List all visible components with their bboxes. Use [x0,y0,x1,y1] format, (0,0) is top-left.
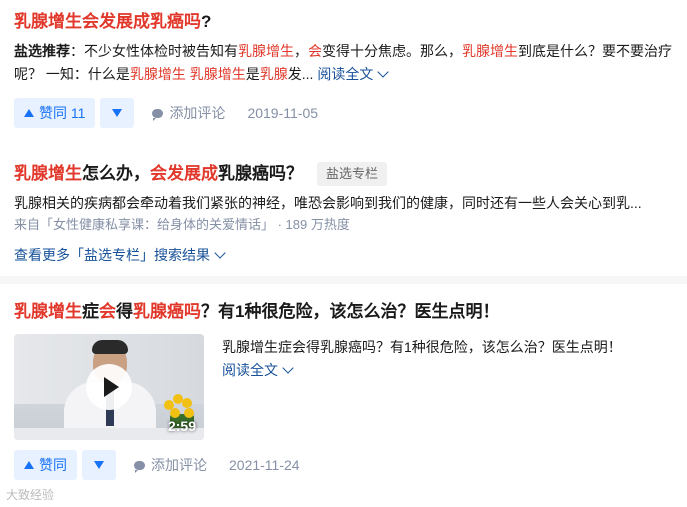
highlighted-text: 乳腺癌吗 [133,302,201,321]
highlighted-text: 乳腺增生会发展成乳癌吗 [14,12,201,31]
video-summary[interactable]: 乳腺增生症会得乳腺癌吗？有1种很危险，该怎么治？医生点明！ 阅读全文 [222,334,622,440]
upvote-button[interactable]: 赞同 [14,450,77,480]
result-description[interactable]: 乳腺相关的疾病都会牵动着我们紧张的神经，唯恐会影响到我们的健康，同时还有一些人会… [14,192,654,214]
chevron-down-icon [214,247,226,259]
highlighted-text: 乳腺增生 [462,43,518,59]
highlighted-text: 乳腺增生 [14,164,82,183]
upvote-label: 赞同 11 [39,105,86,121]
watermark: 大致经验 [6,488,55,502]
text-segment: 乳腺癌吗？ [218,164,303,183]
highlighted-text: 乳腺增生 [189,66,246,82]
triangle-up-icon [24,461,34,469]
chevron-down-icon [377,66,390,78]
upvote-button[interactable]: 赞同 11 [14,98,96,128]
title-text: 乳腺增生怎么办，会发展成乳腺癌吗？ [14,164,303,183]
post-date: 2019-11-05 [247,105,319,121]
column-tag[interactable]: 盐选专栏 [317,162,388,186]
text-segment: ， [294,43,308,59]
highlighted-text: 乳腺增生 [238,43,294,59]
action-bar: 赞同 11 添加评论 2019-11-05 [14,98,673,128]
search-result-card-3: 乳腺增生症会得乳腺癌吗？有1种很危险，该怎么治？医生点明！ 2:59 乳腺增生症… [0,284,687,507]
triangle-up-icon [24,109,34,117]
highlighted-text: 乳腺增生 [14,302,82,321]
search-result-card-2: 乳腺增生怎么办，会发展成乳腺癌吗？ 盐选专栏 乳腺相关的疾病都会牵动着我们紧张的神… [0,150,687,276]
video-row: 2:59 乳腺增生症会得乳腺癌吗？有1种很危险，该怎么治？医生点明！ 阅读全文 [14,334,673,440]
video-duration: 2:59 [167,418,196,434]
read-more-link[interactable]: 阅读全文 [317,66,390,82]
comment-label: 添加评论 [151,457,207,473]
text-segment: ？有1种很危险，该怎么治？医生点明！ [201,302,500,321]
result-title[interactable]: 乳腺增生会发展成乳癌吗? [14,10,673,34]
result-excerpt[interactable]: 盐选推荐：不少女性体检时被告知有乳腺增生，会变得十分焦虑。那么，乳腺增生到底是什… [14,40,673,86]
text-segment: ：不少女性体检时被告知有 [70,43,238,59]
upvote-label: 赞同 [39,457,67,473]
result-title[interactable]: 乳腺增生怎么办，会发展成乳腺癌吗？ 盐选专栏 [14,162,673,186]
result-source[interactable]: 来自「女性健康私享课：给身体的关爱情话」 · 189 万热度 [14,214,673,236]
view-more-label: 查看更多「盐选专栏」搜索结果 [14,247,210,263]
downvote-button[interactable] [100,98,135,128]
view-more-link[interactable]: 查看更多「盐选专栏」搜索结果 [14,244,673,266]
comment-icon [134,460,145,473]
highlighted-text: 会 [99,302,116,321]
text-segment: 变得十分焦虑。那么， [322,43,462,59]
text-segment: 发... [287,66,314,82]
read-more-label: 阅读全文 [317,66,374,82]
excerpt-lead: 盐选推荐 [14,43,70,59]
chevron-down-icon [282,362,294,374]
sunflower-image [164,394,198,420]
highlighted-text: 乳腺增生 [129,66,186,82]
text-segment: 得 [116,302,133,321]
doctor-hair [92,340,128,354]
text-segment: 怎么办， [82,164,150,183]
triangle-down-icon [94,461,104,469]
highlighted-text: 会 [308,43,322,59]
action-bar: 赞同 添加评论 2021-11-24 [14,450,673,480]
comment-icon [152,108,164,121]
video-thumbnail[interactable]: 2:59 [14,334,204,440]
search-result-card-1: 乳腺增生会发展成乳癌吗? 盐选推荐：不少女性体检时被告知有乳腺增生，会变得十分焦… [0,0,687,150]
comment-label: 添加评论 [169,105,226,121]
post-date: 2021-11-24 [229,457,300,473]
text-segment: 症 [82,302,99,321]
read-more-link[interactable]: 阅读全文 [222,359,622,382]
highlighted-text: 会发展成 [150,164,218,183]
highlighted-text: 乳腺 [259,66,288,82]
add-comment-button[interactable]: 添加评论 [134,455,207,475]
add-comment-button[interactable]: 添加评论 [152,103,225,123]
video-summary-text: 乳腺增生症会得乳腺癌吗？有1种很危险，该怎么治？医生点明！ [222,339,622,355]
text-segment: 是 [245,66,260,82]
result-title[interactable]: 乳腺增生症会得乳腺癌吗？有1种很危险，该怎么治？医生点明！ [14,300,673,324]
read-more-label: 阅读全文 [222,362,278,378]
text-segment: ? [201,12,212,31]
play-icon[interactable] [86,364,132,410]
downvote-button[interactable] [82,450,116,480]
triangle-down-icon [112,109,123,117]
